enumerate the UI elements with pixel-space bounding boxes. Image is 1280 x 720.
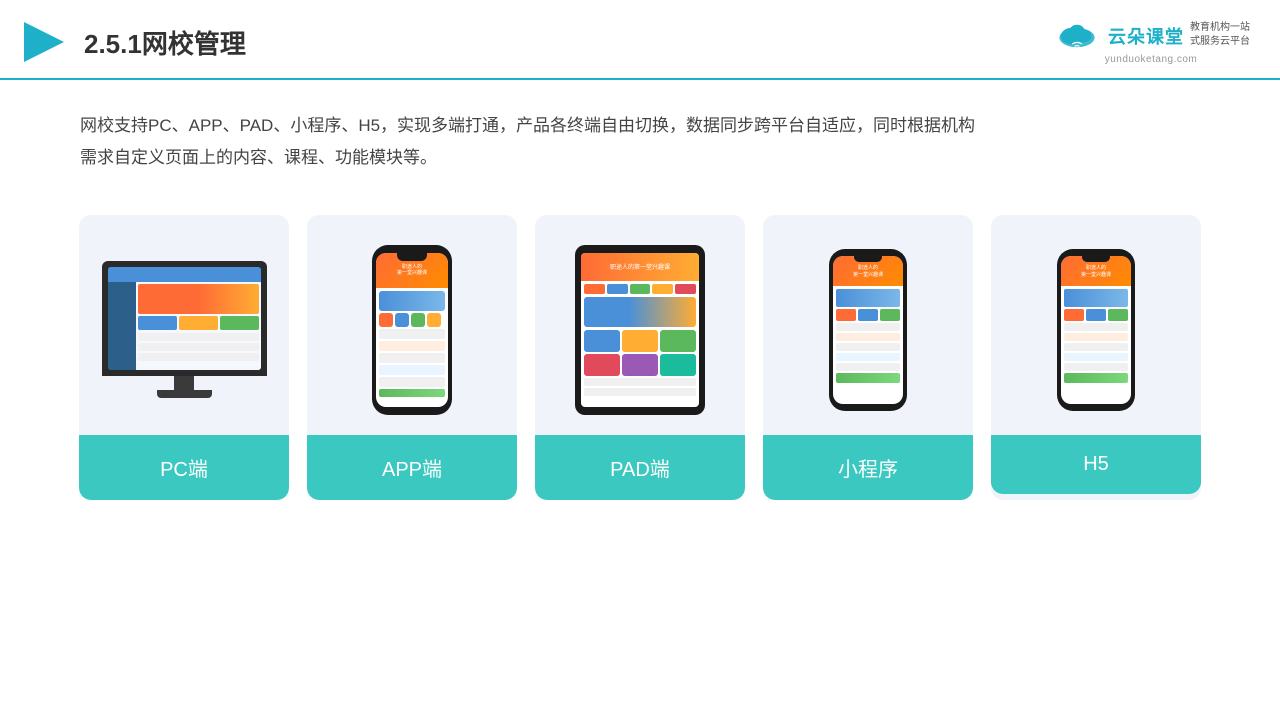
pc-monitor-icon	[102, 261, 267, 398]
pad-tablet-icon: 职途人的第一堂兴趣课	[575, 245, 705, 415]
card-app: 职途人的第一堂兴趣课	[307, 215, 517, 500]
card-miniprogram-image: 职途人的第一堂兴趣课	[763, 215, 973, 435]
card-app-label: APP端	[307, 435, 517, 500]
logo-cloud: 云朵课堂 教育机构一站 式服务云平台	[1052, 20, 1250, 52]
logo-pinyin: yunduoketang.com	[1105, 54, 1198, 65]
card-pc-label: PC端	[79, 435, 289, 500]
header-left: 2.5.1网校管理	[20, 18, 246, 66]
logo-text: 云朵课堂	[1108, 23, 1184, 49]
card-app-image: 职途人的第一堂兴趣课	[307, 215, 517, 435]
card-h5-image: 职途人的第一堂兴趣课	[991, 215, 1201, 435]
logo-area: 云朵课堂 教育机构一站 式服务云平台 yunduoketang.com	[1052, 20, 1250, 65]
card-pc: PC端	[79, 215, 289, 500]
card-h5-label: H5	[991, 435, 1201, 494]
cards-container: PC端 职途人的第一堂兴趣课	[0, 185, 1280, 530]
card-miniprogram: 职途人的第一堂兴趣课	[763, 215, 973, 500]
page-header: 2.5.1网校管理 云朵课堂 教育机构一站 式服务云平台 yunduoketan…	[0, 0, 1280, 80]
card-pad-label: PAD端	[535, 435, 745, 500]
card-pc-image	[79, 215, 289, 435]
description-text: 网校支持PC、APP、PAD、小程序、H5，实现多端打通，产品各终端自由切换，数…	[0, 80, 1280, 185]
logo-slogan: 教育机构一站 式服务云平台	[1190, 21, 1250, 49]
card-miniprogram-label: 小程序	[763, 435, 973, 500]
card-pad-image: 职途人的第一堂兴趣课	[535, 215, 745, 435]
page-title: 2.5.1网校管理	[84, 24, 246, 61]
cloud-icon	[1052, 20, 1102, 52]
card-pad: 职途人的第一堂兴趣课	[535, 215, 745, 500]
miniprogram-phone-icon: 职途人的第一堂兴趣课	[829, 249, 907, 411]
h5-phone-icon: 职途人的第一堂兴趣课	[1057, 249, 1135, 411]
play-icon	[20, 18, 68, 66]
card-h5: 职途人的第一堂兴趣课	[991, 215, 1201, 500]
app-phone-icon: 职途人的第一堂兴趣课	[372, 245, 452, 415]
